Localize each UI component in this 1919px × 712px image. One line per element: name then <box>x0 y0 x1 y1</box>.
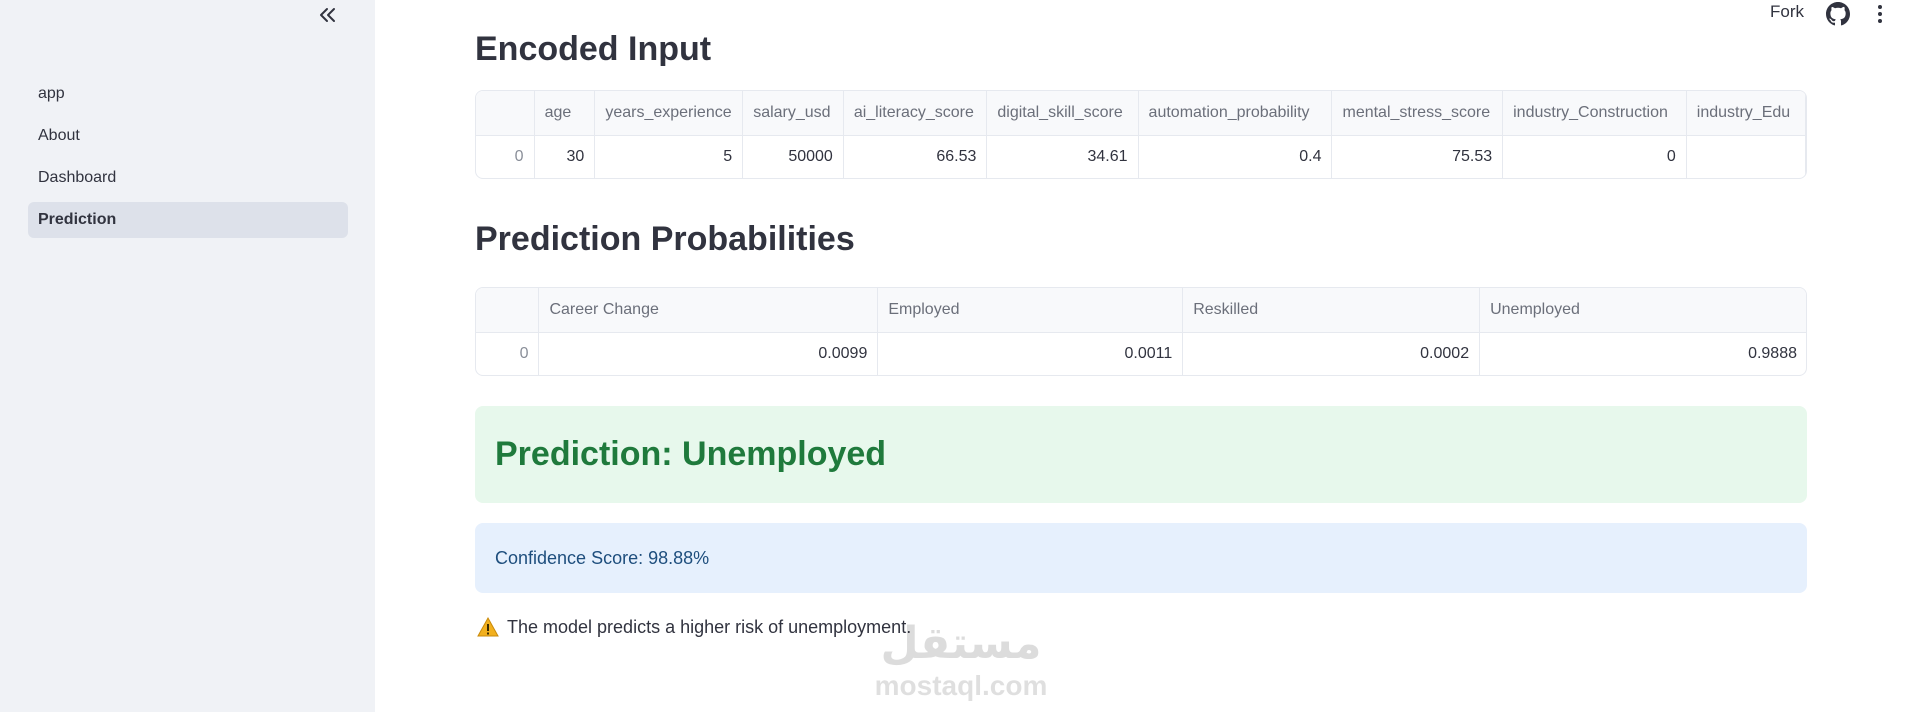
prediction-probabilities-heading: Prediction Probabilities <box>475 220 855 258</box>
sidebar-item-label: Prediction <box>38 211 117 228</box>
column-header[interactable]: Career Change <box>538 288 879 333</box>
table-cell[interactable]: 0.0099 <box>538 332 879 375</box>
table-row: 0 0.0099 0.0011 0.0002 0.9888 <box>476 332 1806 375</box>
table-cell[interactable] <box>1686 135 1806 178</box>
column-header[interactable]: salary_usd <box>742 91 844 136</box>
table-cell[interactable]: 0 <box>476 135 535 178</box>
warning-triangle-icon <box>477 616 499 637</box>
sidebar-item-app[interactable]: app <box>28 76 348 112</box>
column-header[interactable]: industry_Edu <box>1686 91 1806 136</box>
table-cell[interactable]: 0.9888 <box>1479 332 1806 375</box>
watermark-text: mostaql.com <box>874 670 1048 701</box>
table-cell[interactable]: 0.4 <box>1138 135 1333 178</box>
sidebar: app About Dashboard Prediction <box>0 0 375 712</box>
column-header[interactable]: mental_stress_score <box>1331 91 1504 136</box>
table-cell[interactable]: 50000 <box>742 135 844 178</box>
column-header[interactable]: years_experience <box>594 91 744 136</box>
table-header-row: Career Change Employed Reskilled Unemplo… <box>476 288 1806 333</box>
confidence-score-text: Confidence Score: 98.88% <box>495 547 710 568</box>
column-header[interactable]: Unemployed <box>1479 288 1806 333</box>
column-header[interactable]: age <box>534 91 596 136</box>
table-cell[interactable]: 0 <box>476 332 540 375</box>
collapse-sidebar-icon <box>320 8 335 22</box>
column-header[interactable]: Reskilled <box>1182 288 1481 333</box>
prediction-success-alert: Prediction: Unemployed <box>475 406 1807 503</box>
sidebar-item-label: Dashboard <box>38 169 117 186</box>
table-cell[interactable]: 0.0002 <box>1182 332 1481 375</box>
encoded-input-heading-container: Encoded Input <box>475 27 1075 66</box>
table-row: 0 30 5 50000 66.53 34.61 0.4 75.53 0 <box>476 135 1806 178</box>
kebab-dot <box>1878 12 1882 16</box>
column-header[interactable]: automation_probability <box>1138 91 1333 136</box>
encoded-input-heading: Encoded Input <box>475 30 712 66</box>
kebab-dot <box>1878 5 1882 9</box>
kebab-menu-icon[interactable] <box>1872 2 1888 26</box>
github-icon[interactable] <box>1826 2 1850 26</box>
fork-button[interactable]: Fork <box>1770 2 1804 22</box>
table-header-row: age years_experience salary_usd ai_liter… <box>476 91 1806 136</box>
table-cell[interactable]: 5 <box>594 135 744 178</box>
sidebar-nav: app About Dashboard Prediction <box>28 76 348 244</box>
table-cell[interactable]: 34.61 <box>986 135 1139 178</box>
sidebar-item-prediction[interactable]: Prediction <box>28 202 348 238</box>
probabilities-table[interactable]: Career Change Employed Reskilled Unemplo… <box>475 287 1807 376</box>
table-cell[interactable]: 66.53 <box>843 135 988 178</box>
confidence-info-alert: Confidence Score: 98.88% <box>475 523 1807 593</box>
warning-message: The model predicts a higher risk of unem… <box>477 616 911 638</box>
sidebar-item-label: app <box>38 85 65 102</box>
column-header[interactable]: digital_skill_score <box>986 91 1139 136</box>
warning-text: The model predicts a higher risk of unem… <box>507 616 912 637</box>
sidebar-item-dashboard[interactable]: Dashboard <box>28 160 348 196</box>
column-header[interactable] <box>476 288 540 333</box>
column-header[interactable]: ai_literacy_score <box>843 91 988 136</box>
encoded-input-grid: age years_experience salary_usd ai_liter… <box>476 91 1806 178</box>
probabilities-grid: Career Change Employed Reskilled Unemplo… <box>476 288 1806 375</box>
sidebar-item-label: About <box>38 127 80 144</box>
column-header[interactable]: industry_Construction <box>1502 91 1687 136</box>
kebab-dot <box>1878 19 1882 23</box>
column-header[interactable]: Employed <box>877 288 1184 333</box>
table-cell[interactable]: 75.53 <box>1331 135 1504 178</box>
double-chevron-left-icon[interactable] <box>314 2 340 28</box>
table-cell[interactable]: 0.0011 <box>877 332 1184 375</box>
table-cell[interactable]: 0 <box>1502 135 1687 178</box>
github-logo-icon <box>1826 2 1850 26</box>
prediction-result-text: Prediction: Unemployed <box>495 435 887 473</box>
sidebar-item-about[interactable]: About <box>28 118 348 154</box>
encoded-input-table[interactable]: age years_experience salary_usd ai_liter… <box>475 90 1807 179</box>
column-header[interactable] <box>476 91 535 136</box>
table-cell[interactable]: 30 <box>534 135 596 178</box>
